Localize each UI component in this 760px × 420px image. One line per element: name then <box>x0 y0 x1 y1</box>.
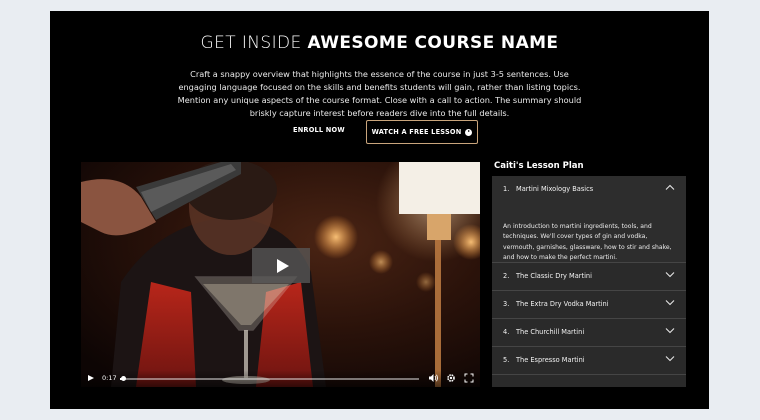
chevron-down-icon[interactable] <box>665 327 675 334</box>
lesson-item[interactable]: 1. Martini Mixology Basics An introductio… <box>492 176 686 263</box>
chevron-down-icon[interactable] <box>665 299 675 306</box>
settings-icon[interactable] <box>446 373 456 383</box>
course-frame: GET INSIDE AWESOME COURSE NAME Craft a s… <box>50 11 709 409</box>
video-controls: 0:17 <box>81 370 480 387</box>
lesson-plan-accordion: 1. Martini Mixology Basics An introductio… <box>492 176 686 387</box>
lesson-number: 2. <box>503 272 510 280</box>
fullscreen-icon[interactable] <box>464 373 474 383</box>
lesson-title: The Extra Dry Vodka Martini <box>516 300 609 308</box>
lesson-number: 1. <box>503 185 510 193</box>
enroll-now-link[interactable]: ENROLL NOW <box>293 126 345 134</box>
lesson-title: The Espresso Martini <box>516 356 585 364</box>
course-summary: Craft a snappy overview that highlights … <box>177 69 582 118</box>
title-light: GET INSIDE <box>200 33 302 53</box>
chevron-down-icon[interactable] <box>665 271 675 278</box>
watch-free-lesson-label: WATCH A FREE LESSON <box>371 128 462 136</box>
lesson-number: 4. <box>503 328 510 336</box>
play-icon[interactable] <box>88 375 94 381</box>
play-icon <box>276 258 289 273</box>
video-progress-bar[interactable] <box>120 376 419 381</box>
video-progress-handle[interactable] <box>120 376 126 381</box>
chevron-up-icon[interactable] <box>665 184 675 191</box>
play-circle-icon <box>465 128 473 136</box>
lesson-item[interactable]: 5. The Espresso Martini <box>492 347 686 375</box>
big-play-button[interactable] <box>252 248 310 283</box>
lesson-title: The Classic Dry Martini <box>516 272 592 280</box>
volume-icon[interactable] <box>428 373 439 383</box>
video-player[interactable]: 0:17 <box>81 162 480 387</box>
lesson-item[interactable]: 2. The Classic Dry Martini <box>492 263 686 291</box>
lesson-title: Martini Mixology Basics <box>516 185 594 193</box>
lesson-item[interactable]: 4. The Churchill Martini <box>492 319 686 347</box>
lesson-item[interactable]: 3. The Extra Dry Vodka Martini <box>492 291 686 319</box>
lesson-description: An introduction to martini ingredients, … <box>503 223 672 262</box>
watch-free-lesson-button[interactable]: WATCH A FREE LESSON <box>366 120 478 144</box>
page-title: GET INSIDE AWESOME COURSE NAME <box>50 33 709 53</box>
lesson-number: 3. <box>503 300 510 308</box>
cta-row: ENROLL NOW WATCH A FREE LESSON <box>50 120 709 144</box>
lesson-plan-title: Caiti's Lesson Plan <box>494 161 584 171</box>
video-time: 0:17 <box>102 374 117 382</box>
chevron-down-icon[interactable] <box>665 355 675 362</box>
title-bold: AWESOME COURSE NAME <box>307 33 559 53</box>
lesson-number: 5. <box>503 356 510 364</box>
lesson-title: The Churchill Martini <box>516 328 585 336</box>
